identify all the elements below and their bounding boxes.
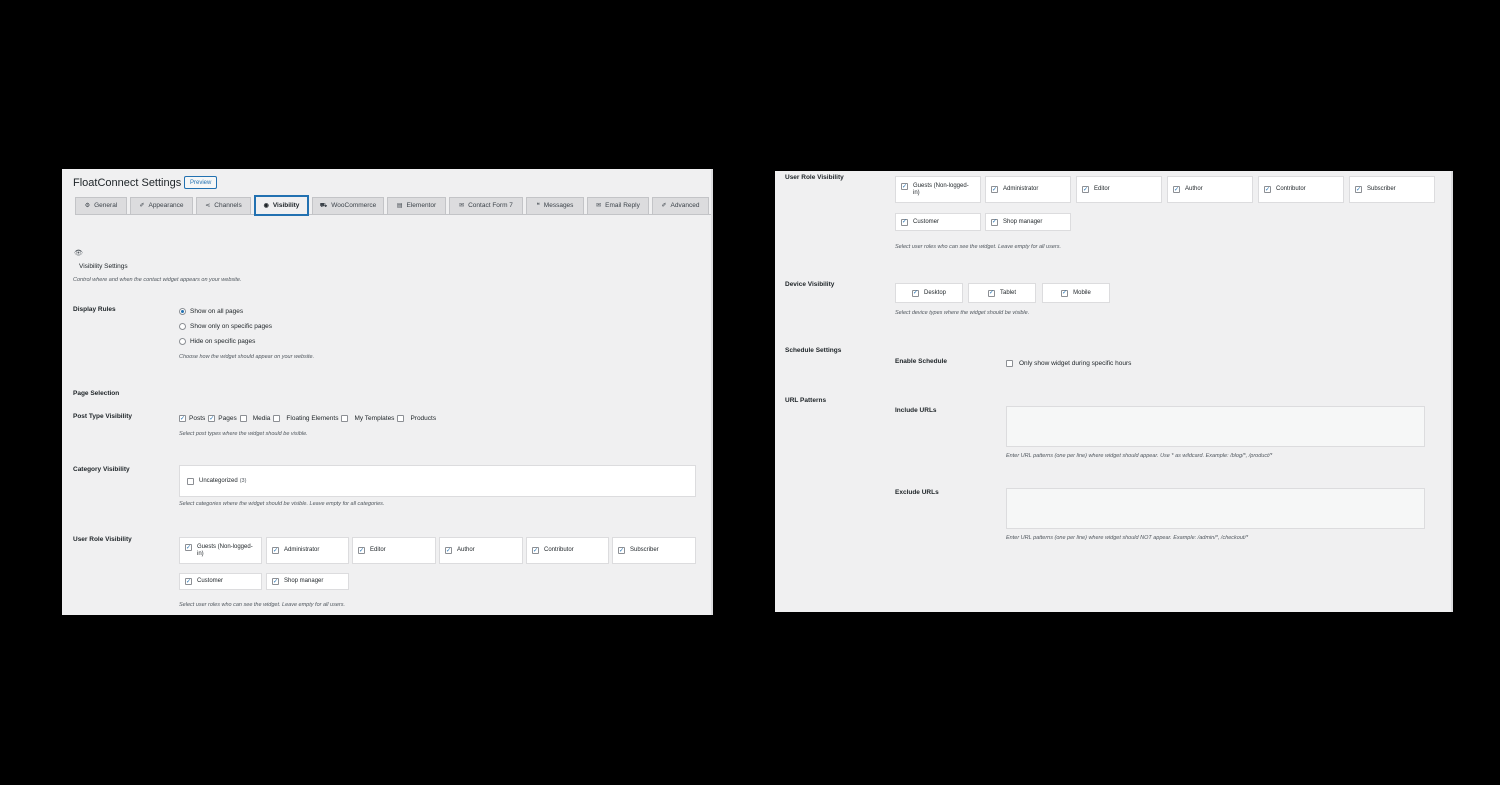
- display-option-specific[interactable]: Show only on specific pages: [179, 323, 272, 330]
- exclude-urls-description: Enter URL patterns (one per line) where …: [1006, 535, 1249, 541]
- enable-schedule-toggle[interactable]: Only show widget during specific hours: [1006, 360, 1131, 367]
- role-contributor[interactable]: ✓ Contributor: [526, 537, 609, 564]
- role-author[interactable]: ✓ Author: [1167, 176, 1253, 203]
- role-customer[interactable]: ✓ Customer: [895, 213, 981, 231]
- tab-channels[interactable]: ⋖ Channels: [196, 197, 251, 214]
- user-role-description: Select user roles who can see the widget…: [895, 244, 1062, 250]
- page-selection-label: Page Selection: [73, 390, 120, 397]
- tab-visibility[interactable]: ◉ Visibility: [254, 195, 309, 216]
- gear-icon: ⚙: [84, 203, 91, 209]
- schedule-label: Schedule Settings: [785, 347, 842, 354]
- tab-advanced[interactable]: ✐ Advanced: [652, 197, 709, 214]
- device-mobile[interactable]: ✓ Mobile: [1042, 283, 1110, 303]
- tab-messages[interactable]: ❝ Messages: [526, 197, 584, 214]
- user-role-label: User Role Visibility: [785, 174, 844, 181]
- display-option-hide[interactable]: Hide on specific pages: [179, 338, 255, 345]
- radio-button[interactable]: [179, 323, 186, 330]
- checkbox-products[interactable]: [397, 415, 405, 422]
- post-type-description: Select post types where the widget shoul…: [179, 431, 308, 437]
- eye-icon: 👁: [74, 250, 83, 257]
- checkbox-uncategorized[interactable]: [187, 477, 194, 485]
- include-urls-description: Enter URL patterns (one per line) where …: [1006, 453, 1273, 459]
- device-tablet[interactable]: ✓ Tablet: [968, 283, 1036, 303]
- checkbox-pages[interactable]: ✓: [208, 415, 216, 422]
- category-list: Uncategorized (3): [179, 465, 696, 497]
- elementor-icon: ▤: [396, 203, 403, 209]
- tab-elementor[interactable]: ▤ Elementor: [387, 197, 446, 214]
- role-administrator[interactable]: ✓ Administrator: [266, 537, 349, 564]
- include-urls-input[interactable]: [1006, 406, 1425, 447]
- user-role-label: User Role Visibility: [73, 536, 132, 543]
- checkbox-my-templates[interactable]: [341, 415, 349, 422]
- checkbox-posts[interactable]: ✓: [179, 415, 186, 422]
- envelope-icon: ✉: [459, 203, 465, 209]
- category-label: Category Visibility: [73, 466, 130, 473]
- role-subscriber[interactable]: ✓ Subscriber: [612, 537, 696, 564]
- category-description: Select categories where the widget shoul…: [179, 501, 385, 507]
- checkbox-schedule[interactable]: [1006, 360, 1013, 367]
- role-administrator[interactable]: ✓ Administrator: [985, 176, 1071, 203]
- radio-button[interactable]: [179, 308, 186, 315]
- tab-general[interactable]: ⚙ General: [75, 197, 127, 214]
- wrench-icon: ✐: [661, 203, 667, 209]
- tab-email-reply[interactable]: ✉ Email Reply: [587, 197, 649, 214]
- settings-panel-right: User Role Visibility ✓ Guests (Non-logged…: [775, 171, 1453, 612]
- post-type-options: ✓ Posts ✓ Pages Media Floating Elements My…: [179, 415, 437, 422]
- settings-panel-left: FloatConnect Settings Preview ⚙ General ✐…: [62, 169, 713, 615]
- role-guests[interactable]: ✓ Guests (Non-logged-in): [179, 537, 262, 564]
- role-shop-manager[interactable]: ✓ Shop manager: [985, 213, 1071, 231]
- include-urls-label: Include URLs: [895, 407, 937, 414]
- role-author[interactable]: ✓ Author: [439, 537, 523, 564]
- role-editor[interactable]: ✓ Editor: [352, 537, 436, 564]
- quote-icon: ❝: [536, 203, 540, 209]
- device-label: Device Visibility: [785, 281, 835, 288]
- tab-woocommerce[interactable]: ⛟ WooCommerce: [312, 197, 384, 214]
- cart-icon: ⛟: [319, 203, 328, 209]
- role-subscriber[interactable]: ✓ Subscriber: [1349, 176, 1435, 203]
- role-shop-manager[interactable]: ✓ Shop manager: [266, 573, 349, 590]
- display-rules-description: Choose how the widget should appear on y…: [179, 354, 315, 360]
- preview-button[interactable]: Preview: [184, 176, 218, 189]
- section-description: Control where and when the contact widge…: [73, 277, 242, 283]
- exclude-urls-label: Exclude URLs: [895, 489, 939, 496]
- tab-contact-form-7[interactable]: ✉ Contact Form 7: [449, 197, 523, 214]
- radio-button[interactable]: [179, 338, 186, 345]
- scrollbar[interactable]: [1451, 171, 1453, 612]
- role-customer[interactable]: ✓ Customer: [179, 573, 262, 590]
- envelope-icon: ✉: [596, 203, 602, 209]
- tab-appearance[interactable]: ✐ Appearance: [130, 197, 193, 214]
- enable-schedule-label: Enable Schedule: [895, 358, 948, 365]
- url-patterns-label: URL Patterns: [785, 397, 827, 404]
- eye-icon: ◉: [263, 202, 269, 209]
- device-desktop[interactable]: ✓ Desktop: [895, 283, 963, 303]
- user-role-description: Select user roles who can see the widget…: [179, 602, 346, 608]
- share-icon: ⋖: [205, 203, 211, 209]
- exclude-urls-input[interactable]: [1006, 488, 1425, 529]
- device-description: Select device types where the widget sho…: [895, 310, 1030, 316]
- display-rules-label: Display Rules: [73, 306, 116, 313]
- display-option-all[interactable]: Show on all pages: [179, 308, 243, 315]
- brush-icon: ✐: [139, 203, 145, 209]
- page-title: FloatConnect Settings: [73, 177, 182, 189]
- checkbox-media[interactable]: [239, 415, 247, 422]
- post-type-label: Post Type Visibility: [73, 413, 132, 420]
- role-guests[interactable]: ✓ Guests (Non-logged-in): [895, 176, 981, 203]
- role-editor[interactable]: ✓ Editor: [1076, 176, 1162, 203]
- role-contributor[interactable]: ✓ Contributor: [1258, 176, 1344, 203]
- scrollbar[interactable]: [711, 169, 713, 615]
- section-heading: Visibility Settings: [79, 263, 128, 270]
- settings-tabs: ⚙ General ✐ Appearance ⋖ Channels ◉ Visibili…: [75, 195, 713, 216]
- checkbox-floating-elements[interactable]: [273, 415, 281, 422]
